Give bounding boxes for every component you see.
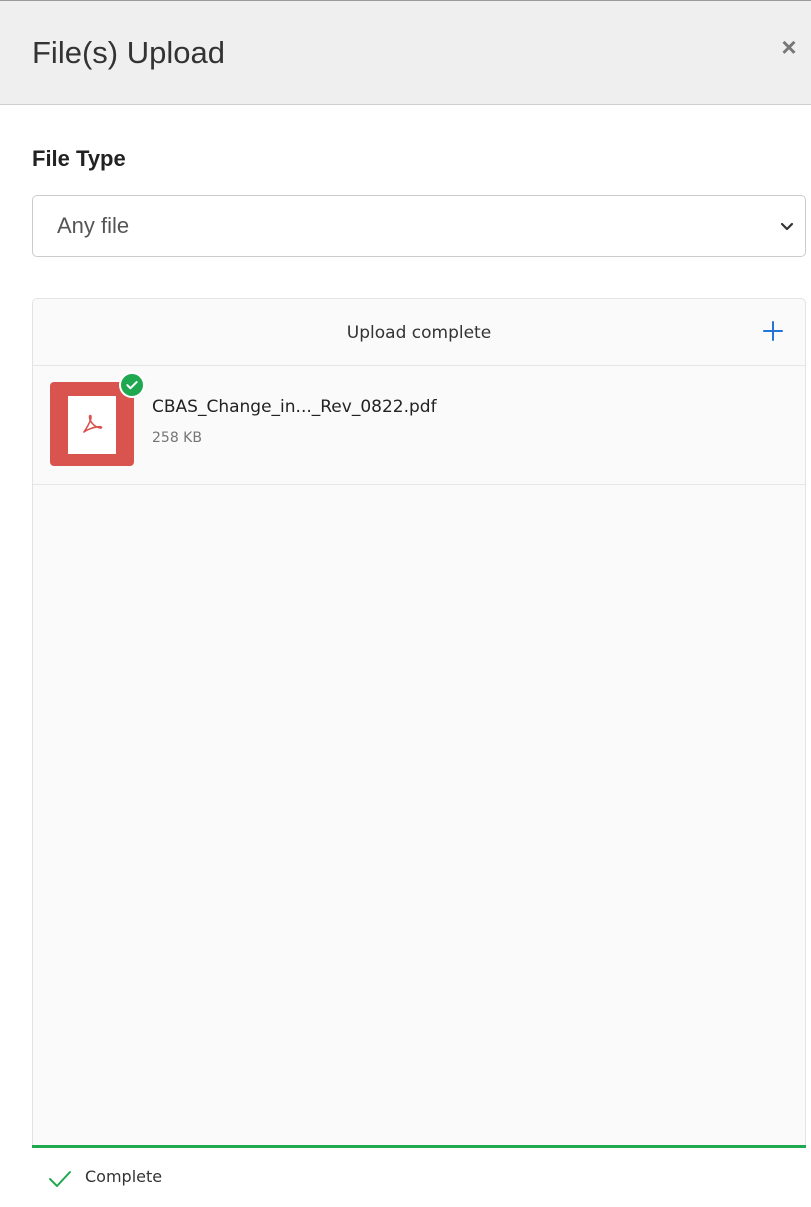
file-thumbnail <box>50 382 134 466</box>
upload-status-title: Upload complete <box>346 323 492 343</box>
plus-icon <box>763 321 783 341</box>
chevron-down-icon <box>780 222 794 231</box>
file-type-select[interactable]: Any file <box>32 195 806 257</box>
add-more-button[interactable] <box>759 317 787 345</box>
file-upload-modal: File(s) Upload × File Type Any file Uplo… <box>0 0 811 1207</box>
upload-status-bar: Complete <box>32 1145 806 1207</box>
file-item[interactable]: CBAS_Change_in..._Rev_0822.pdf 258 KB <box>33 366 805 485</box>
close-button[interactable]: × <box>775 29 803 65</box>
checkmark-icon <box>49 1171 71 1187</box>
check-circle-icon <box>119 372 145 398</box>
status-text: Complete <box>85 1167 163 1186</box>
pdf-icon <box>83 414 103 433</box>
modal-header: File(s) Upload × <box>0 1 811 105</box>
document-page <box>68 396 116 454</box>
modal-title: File(s) Upload <box>32 35 225 70</box>
file-type-selected-value: Any file <box>57 213 130 238</box>
file-size: 258 KB <box>152 430 202 446</box>
upload-dashboard: Upload complete CBAS_Change_in..._Rev_08… <box>32 298 806 1207</box>
dashboard-top-bar: Upload complete <box>33 299 805 366</box>
file-name: CBAS_Change_in..._Rev_0822.pdf <box>152 397 437 417</box>
file-type-label: File Type <box>32 146 126 171</box>
